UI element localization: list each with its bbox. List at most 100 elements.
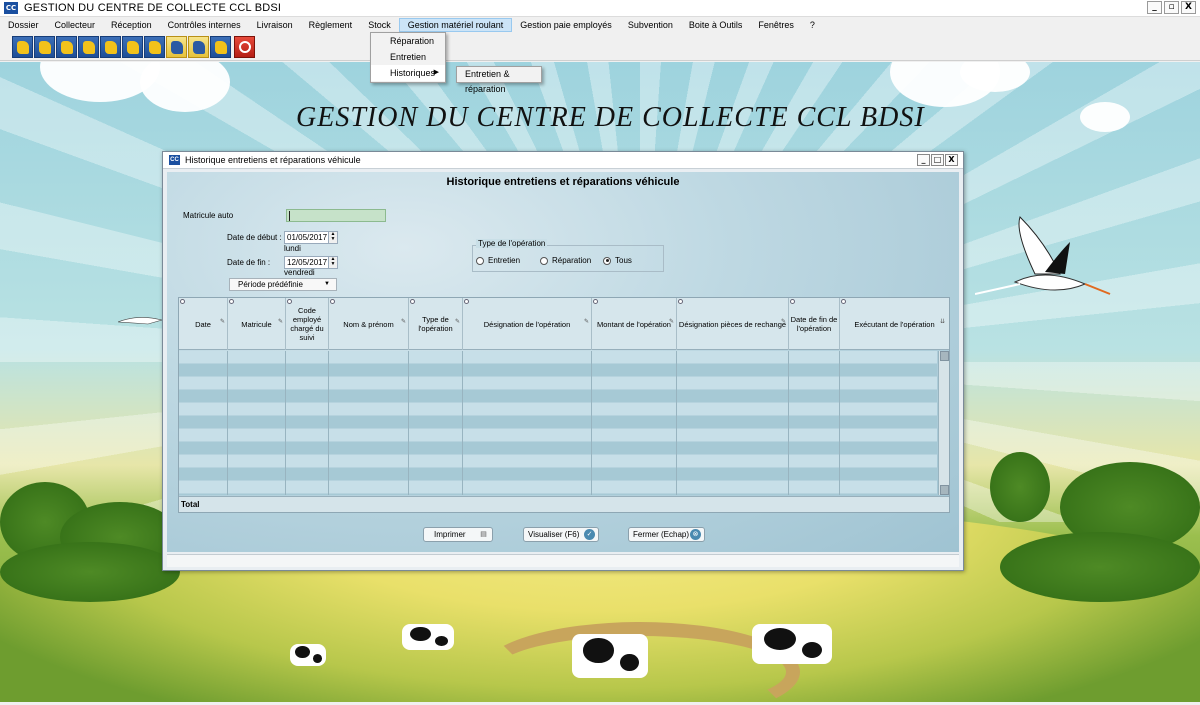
window-controls: _ ▫ X <box>1147 1 1196 14</box>
menu-livraison[interactable]: Livraison <box>249 18 301 32</box>
child-title-bar: CC Historique entretiens et réparations … <box>163 152 963 169</box>
column-header-designation-operation[interactable]: Désignation de l'opération ✎ <box>463 298 592 350</box>
spin-down-icon: ▼ <box>330 261 336 267</box>
outils-icon[interactable] <box>210 35 231 58</box>
child-minimize-button[interactable]: _ <box>917 154 930 166</box>
menu-dossier[interactable]: Dossier <box>0 18 47 32</box>
reglement-icon[interactable] <box>100 35 121 58</box>
check-icon: ✓ <box>584 529 595 540</box>
matricule-input[interactable] <box>286 209 386 222</box>
spin-down-icon: ▼ <box>330 236 336 242</box>
menu-stock[interactable]: Stock <box>360 18 399 32</box>
fermer-button[interactable]: Fermer (Echap) ⊗ <box>628 527 705 542</box>
close-button[interactable]: X <box>1181 1 1196 14</box>
menu-collecteur[interactable]: Collecteur <box>47 18 104 32</box>
paie-icon[interactable] <box>166 35 187 58</box>
column-toggle-icon <box>410 299 415 304</box>
edit-icon: ✎ <box>583 319 589 325</box>
radio-entretien[interactable]: Entretien <box>476 256 520 265</box>
column-header-pieces-rechange[interactable]: Désignation pièces de rechange ✎ <box>677 298 789 350</box>
column-toggle-icon <box>790 299 795 304</box>
menu-boite-a-outils[interactable]: Boite à Outils <box>681 18 751 32</box>
edit-icon: ✎ <box>400 319 406 325</box>
edit-icon: ✎ <box>780 319 786 325</box>
column-header-montant[interactable]: Montant de l'opération ✎ <box>592 298 677 350</box>
table-header: Date ✎ Matricule ✎ Code employé chargé du … <box>179 298 949 350</box>
form-heading: Historique entretiens et réparations véh… <box>446 176 680 188</box>
controle-icon[interactable] <box>56 35 77 58</box>
date-fin-spinner[interactable]: ▲ ▼ <box>328 257 337 268</box>
menu-item-reparation[interactable]: Réparation <box>371 33 445 49</box>
column-divider <box>408 351 409 495</box>
table-body[interactable] <box>179 351 937 495</box>
menu-gestion-paie-employes[interactable]: Gestion paie employés <box>512 18 620 32</box>
menu-subvention[interactable]: Subvention <box>620 18 681 32</box>
column-header-executant[interactable]: Exécutant de l'opération ⇊ <box>840 298 949 350</box>
column-divider <box>285 351 286 495</box>
column-label: Désignation pièces de rechange <box>678 319 787 329</box>
column-divider <box>462 351 463 495</box>
date-fin-value: 12/05/2017 <box>287 258 328 267</box>
app-title: GESTION DU CENTRE DE COLLECTE CCL BDSI <box>24 2 282 14</box>
cow <box>290 644 326 666</box>
column-label: Désignation de l'opération <box>483 319 571 329</box>
menu-fenetres[interactable]: Fenêtres <box>750 18 802 32</box>
app-title-bar: CC GESTION DU CENTRE DE COLLECTE CCL BDS… <box>0 0 1200 17</box>
menu-item-entretien[interactable]: Entretien <box>371 49 445 65</box>
date-debut-input[interactable]: 01/05/2017 ▲ ▼ <box>284 231 338 244</box>
historique-table: Date ✎ Matricule ✎ Code employé chargé du … <box>178 297 950 513</box>
child-maximize-button[interactable]: □ <box>931 154 944 166</box>
column-header-nom-prenom[interactable]: Nom & prénom ✎ <box>329 298 409 350</box>
column-header-code-employe[interactable]: Code employé chargé du suivi <box>286 298 329 350</box>
menu-controles-internes[interactable]: Contrôles internes <box>160 18 249 32</box>
periode-predefinie-label: Période prédéfinie <box>238 280 303 289</box>
column-header-type-operation[interactable]: Type de l'opération ✎ <box>409 298 463 350</box>
menu-reglement[interactable]: Règlement <box>301 18 361 32</box>
tree <box>990 452 1050 522</box>
subvention-icon[interactable] <box>188 35 209 58</box>
reception-icon[interactable] <box>34 35 55 58</box>
menu-bar: Dossier Collecteur Réception Contrôles i… <box>0 17 1200 33</box>
livraison-icon[interactable] <box>78 35 99 58</box>
restore-button[interactable]: ▫ <box>1164 1 1179 14</box>
visualiser-button[interactable]: Visualiser (F6) ✓ <box>523 527 599 542</box>
vehicule-icon[interactable] <box>144 35 165 58</box>
radio-tous[interactable]: Tous <box>603 256 632 265</box>
date-debut-spinner[interactable]: ▲ ▼ <box>328 232 337 243</box>
minimize-button[interactable]: _ <box>1147 1 1162 14</box>
toolbar <box>0 33 1200 61</box>
stock-icon[interactable] <box>122 35 143 58</box>
scrollbar-thumb-bottom[interactable] <box>940 485 949 495</box>
child-status-bar <box>167 554 959 567</box>
column-divider <box>591 351 592 495</box>
column-header-matricule[interactable]: Matricule ✎ <box>228 298 286 350</box>
form-body: Historique entretiens et réparations véh… <box>167 172 959 552</box>
column-scroll-icon[interactable]: ⇊ <box>940 318 945 327</box>
radio-reparation[interactable]: Réparation <box>540 256 591 265</box>
column-header-date-fin[interactable]: Date de fin de l'opération <box>789 298 840 350</box>
menu-reception[interactable]: Réception <box>103 18 160 32</box>
collecteur-icon[interactable] <box>12 35 33 58</box>
column-toggle-icon <box>229 299 234 304</box>
cow <box>752 624 832 664</box>
menu-item-historiques[interactable]: Historiques ▶ <box>371 65 445 81</box>
child-window-title: Historique entretiens et réparations véh… <box>185 155 361 165</box>
operation-type-group: Type de l'opération Entretien Réparation… <box>472 239 664 272</box>
menu-item-entretien-reparation[interactable]: Entretien & réparation <box>456 66 542 94</box>
table-scrollbar[interactable] <box>938 351 949 495</box>
periode-predefinie-dropdown[interactable]: Période prédéfinie ▼ <box>229 278 337 291</box>
column-toggle-icon <box>593 299 598 304</box>
column-label: Code employé chargé du suivi <box>290 306 324 342</box>
column-toggle-icon <box>678 299 683 304</box>
menu-gestion-materiel-roulant[interactable]: Gestion matériel roulant <box>398 18 513 32</box>
print-button[interactable]: Imprimer ▤ <box>423 527 493 542</box>
quit-icon[interactable] <box>234 35 255 58</box>
materiel-roulant-dropdown: Réparation Entretien Historiques ▶ <box>370 32 446 83</box>
menu-help[interactable]: ? <box>802 18 823 32</box>
column-header-date[interactable]: Date ✎ <box>179 298 228 350</box>
chevron-down-icon: ▼ <box>324 281 330 287</box>
child-close-button[interactable]: X <box>945 154 958 166</box>
background-title: GESTION DU CENTRE DE COLLECTE CCL BDSI <box>296 102 925 133</box>
scrollbar-thumb[interactable] <box>940 351 949 361</box>
column-divider <box>227 351 228 495</box>
